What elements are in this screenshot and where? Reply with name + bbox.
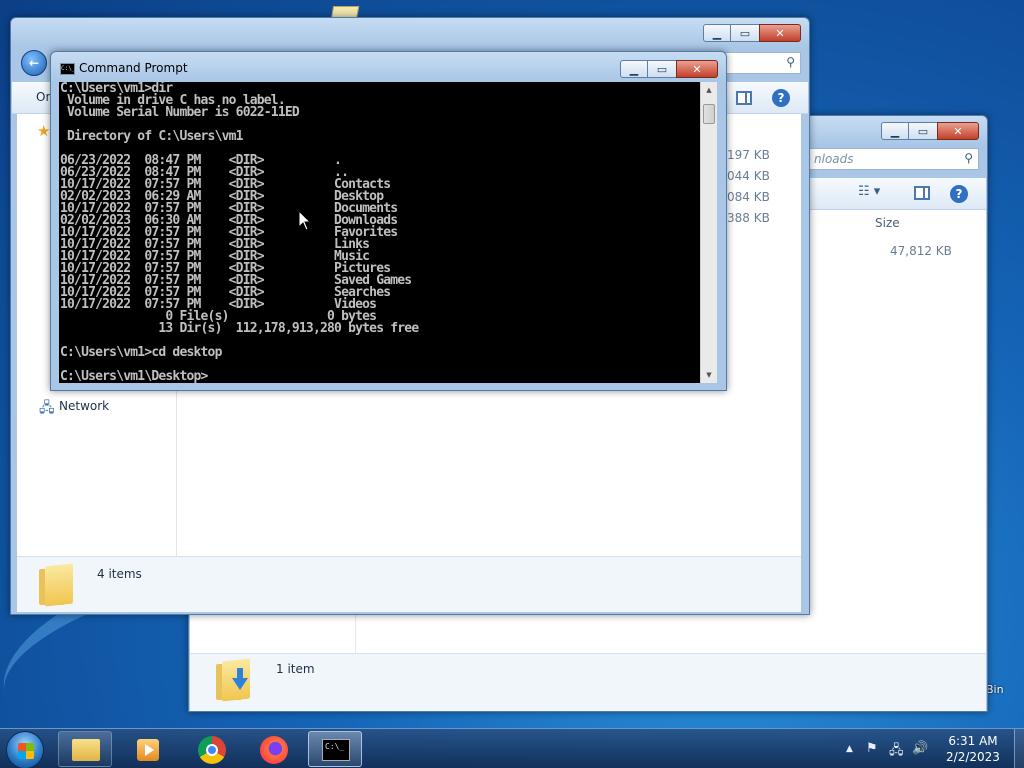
- console-line: 13 Dir(s) 112,178,913,280 bytes free: [60, 321, 419, 336]
- cmd-icon-glyph: C:\_: [325, 742, 345, 751]
- downloads-folder-icon: [216, 658, 250, 702]
- status-bar: 1 item: [190, 653, 986, 711]
- scroll-down-arrow-icon[interactable]: ▼: [701, 367, 717, 383]
- cmd-icon: C:\_: [322, 739, 350, 761]
- show-hidden-icons-arrow-icon[interactable]: ▲: [846, 744, 853, 754]
- window-title: Command Prompt: [79, 61, 188, 75]
- mouse-cursor-icon: [298, 210, 312, 231]
- action-center-icon[interactable]: ⚑: [866, 741, 878, 756]
- view-options-icon[interactable]: ☷ ▾: [858, 184, 880, 199]
- chrome-icon: [198, 736, 226, 764]
- help-icon[interactable]: ?: [772, 89, 790, 107]
- caption-buttons: ▁ ▭ ✕: [620, 60, 718, 78]
- taskbar-chrome[interactable]: [184, 731, 238, 767]
- cmd-app-icon: C:\_: [60, 63, 75, 75]
- scroll-up-arrow-icon[interactable]: ▲: [701, 82, 717, 98]
- file-size-cell: 197 KB: [727, 148, 770, 162]
- folder-icon: [72, 739, 100, 761]
- volume-icon[interactable]: 🔊: [912, 741, 928, 756]
- status-bar: 4 items: [17, 556, 801, 612]
- minimize-button[interactable]: ▁: [703, 24, 731, 42]
- console-line: C:\Users\vm1\Desktop>: [60, 369, 208, 383]
- file-size-cell: 47,812 KB: [890, 244, 952, 258]
- network-icon: 🖧: [39, 400, 55, 416]
- folder-icon: [39, 563, 73, 607]
- taskbar-media-player[interactable]: [120, 731, 174, 767]
- vertical-scrollbar[interactable]: ▲ ▼: [700, 82, 717, 383]
- close-button[interactable]: ✕: [937, 122, 979, 140]
- preview-pane-icon[interactable]: [914, 186, 930, 200]
- search-placeholder: nloads: [814, 152, 854, 166]
- column-header-size[interactable]: Size: [875, 216, 900, 230]
- start-button[interactable]: [6, 731, 44, 768]
- file-size-cell: 044 KB: [727, 169, 770, 183]
- taskbar-command-prompt[interactable]: C:\_: [308, 731, 362, 767]
- console-output[interactable]: C:\Users\vm1>dir Volume in drive C has n…: [59, 82, 700, 383]
- taskbar-explorer[interactable]: [58, 731, 112, 767]
- nav-item-network[interactable]: Network: [59, 399, 109, 413]
- caption-buttons: ▁ ▭ ✕: [881, 122, 979, 140]
- minimize-button[interactable]: ▁: [620, 60, 648, 78]
- console-line: C:\Users\vm1>cd desktop: [60, 345, 222, 360]
- console-line: Volume Serial Number is 6022-11ED: [60, 105, 300, 120]
- network-status-icon[interactable]: 🖧: [889, 741, 904, 763]
- command-prompt-window[interactable]: C:\_ Command Prompt ▁ ▭ ✕ C:\Users\vm1>d…: [50, 51, 727, 391]
- back-button[interactable]: ←: [21, 50, 47, 76]
- file-size-cell: 084 KB: [727, 190, 770, 204]
- clock-time: 6:31 AM: [948, 734, 998, 748]
- search-input[interactable]: nloads ⚲: [807, 148, 979, 170]
- organize-menu[interactable]: Or: [36, 90, 50, 104]
- recycle-bin-label[interactable]: Bin: [986, 683, 1004, 696]
- media-player-icon: [137, 739, 159, 761]
- file-size-cell: 388 KB: [727, 211, 770, 225]
- maximize-button[interactable]: ▭: [909, 122, 937, 140]
- maximize-button[interactable]: ▭: [731, 24, 759, 42]
- show-desktop-button[interactable]: [1014, 729, 1024, 768]
- minimize-button[interactable]: ▁: [881, 122, 909, 140]
- status-item-count: 1 item: [276, 662, 315, 676]
- preview-pane-icon[interactable]: [736, 91, 752, 105]
- taskbar: C:\_ ▲ ⚑ 🖧 🔊 6:31 AM 2/2/2023: [0, 728, 1024, 768]
- windows-logo-icon: [18, 743, 34, 759]
- back-arrow-icon: ←: [28, 56, 40, 70]
- search-icon[interactable]: ⚲: [964, 151, 973, 165]
- favorites-star-icon: ★: [37, 122, 51, 140]
- search-icon[interactable]: ⚲: [786, 55, 795, 69]
- caption-buttons: ▁ ▭ ✕: [703, 24, 801, 42]
- close-button[interactable]: ✕: [759, 24, 801, 42]
- maximize-button[interactable]: ▭: [648, 60, 676, 78]
- system-clock[interactable]: 6:31 AM 2/2/2023: [930, 733, 1016, 765]
- taskbar-firefox[interactable]: [246, 731, 300, 767]
- clock-date: 2/2/2023: [946, 750, 1000, 764]
- console-line: Directory of C:\Users\vm1: [60, 129, 243, 144]
- close-button[interactable]: ✕: [676, 60, 718, 78]
- scroll-thumb[interactable]: [703, 104, 715, 124]
- help-icon[interactable]: ?: [950, 185, 968, 203]
- status-item-count: 4 items: [97, 567, 142, 581]
- firefox-icon: [260, 736, 288, 764]
